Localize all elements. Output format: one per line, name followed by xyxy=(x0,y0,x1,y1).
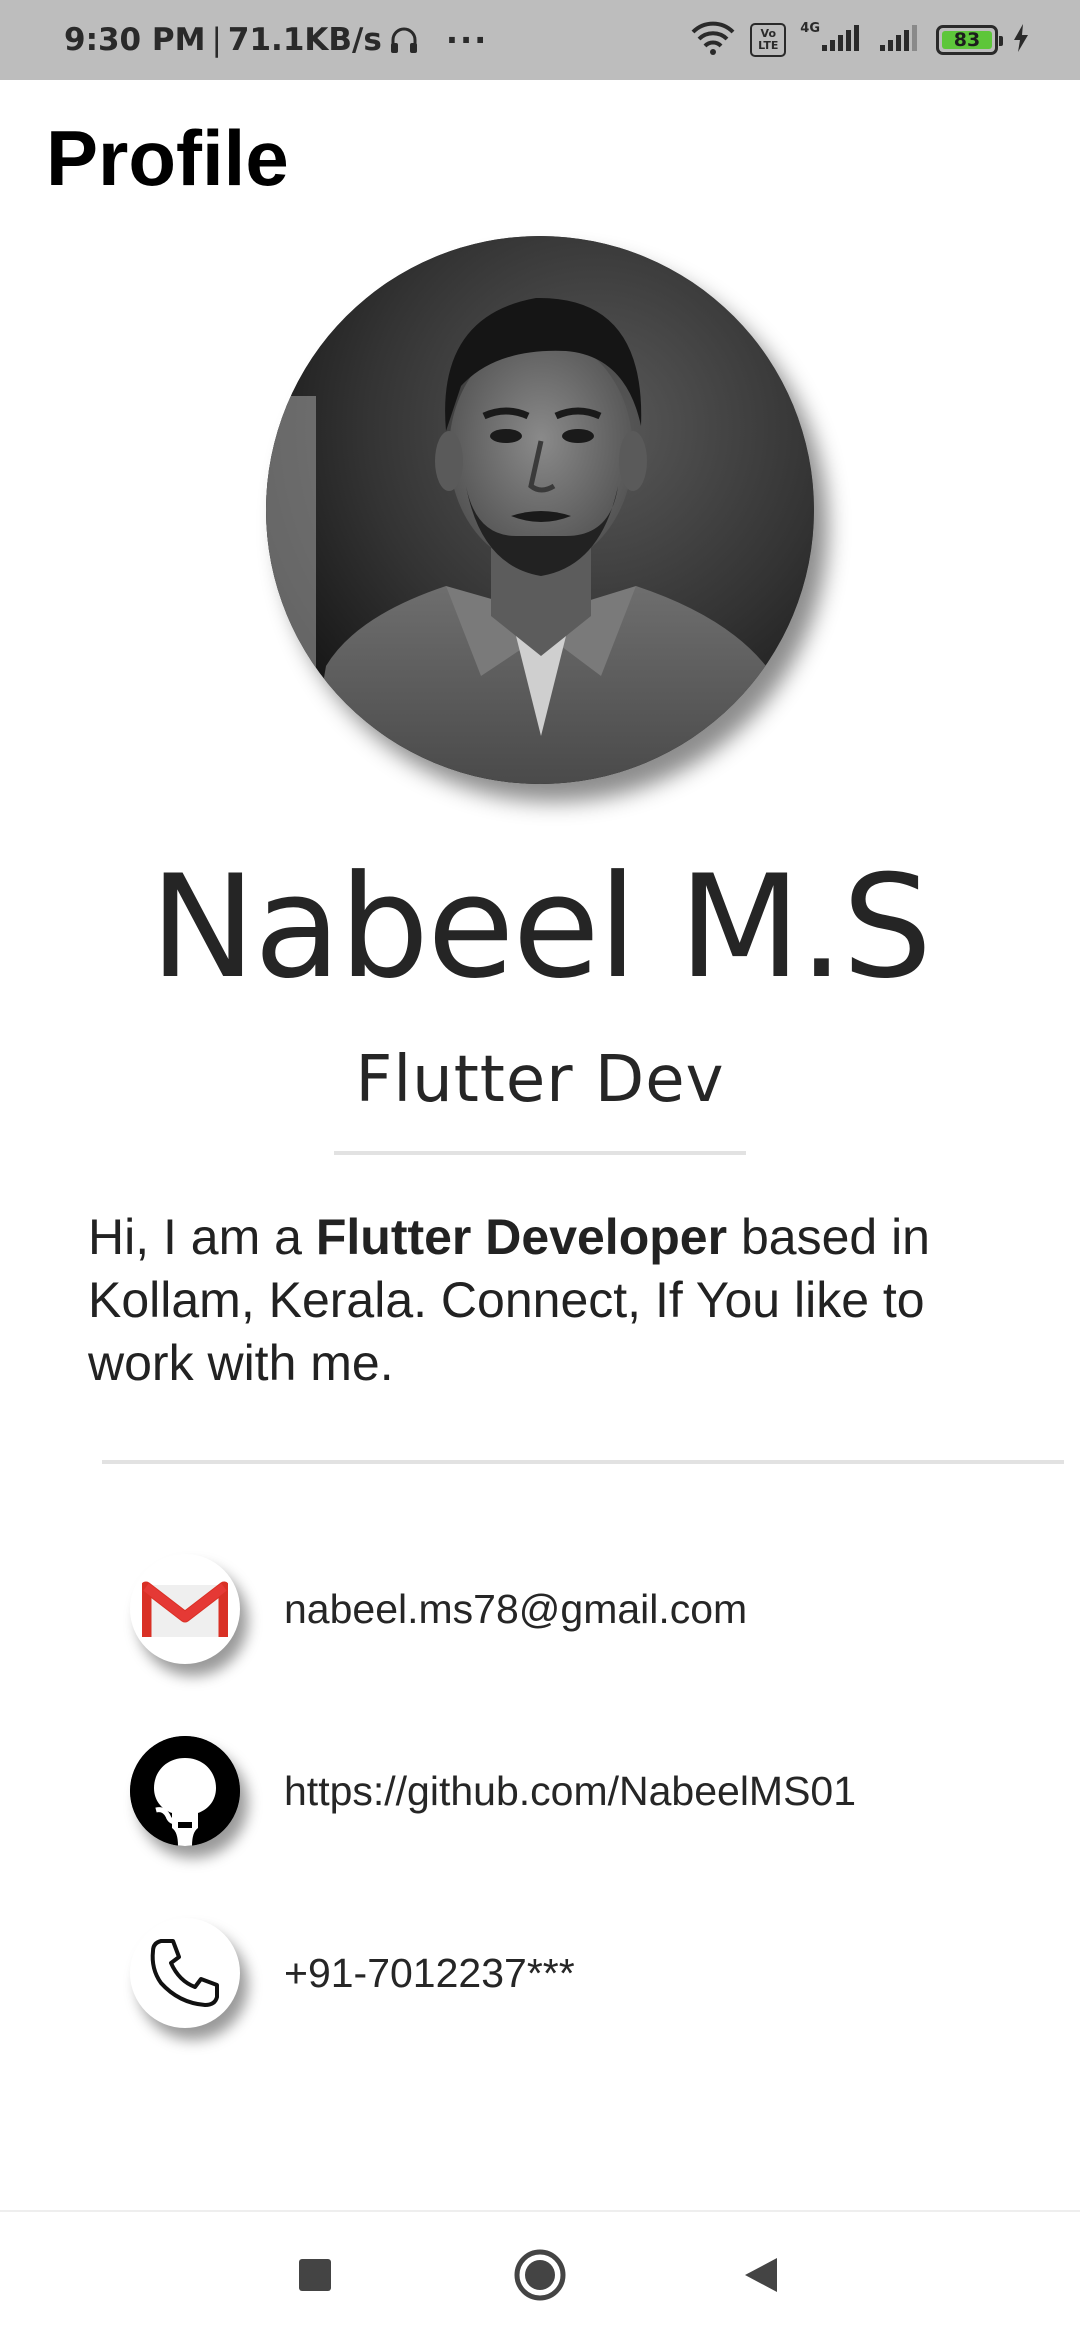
profile-name: Nabeel M.S xyxy=(149,845,932,1010)
gmail-icon[interactable] xyxy=(130,1554,240,1664)
page-title: Profile xyxy=(46,114,289,202)
profile-role: Flutter Dev xyxy=(355,1043,725,1117)
charging-bolt-icon xyxy=(1012,23,1030,58)
network-type: 4G xyxy=(800,20,820,36)
system-nav-bar xyxy=(0,2210,1080,2340)
contact-github-row[interactable]: https://github.com/NabeelMS01 xyxy=(130,1736,1030,1846)
signal-icon-sim2 xyxy=(878,23,922,58)
status-right: Vo LTE 4G 83 xyxy=(690,0,1030,80)
role-divider xyxy=(334,1151,746,1155)
status-net-speed: 71.1KB/s xyxy=(227,22,382,58)
contact-phone[interactable]: +91-7012237*** xyxy=(284,1950,575,1997)
profile-avatar xyxy=(266,236,814,784)
avatar-portrait-illustration xyxy=(266,236,814,784)
status-separator: | xyxy=(211,22,222,58)
status-left: 9:30 PM | 71.1KB/s ··· xyxy=(64,0,488,80)
profile-bio: Hi, I am a Flutter Developer based in Ko… xyxy=(88,1206,1028,1395)
recent-apps-button[interactable] xyxy=(280,2242,350,2312)
volte-bottom: LTE xyxy=(758,39,779,52)
battery-level: 83 xyxy=(953,29,981,51)
section-divider xyxy=(102,1460,1064,1464)
contact-email[interactable]: nabeel.ms78@gmail.com xyxy=(284,1586,747,1633)
triangle-back-icon xyxy=(743,2256,779,2299)
status-overflow: ··· xyxy=(445,21,489,59)
profile-screen: 9:30 PM | 71.1KB/s ··· Vo LTE 4G 83 Prof… xyxy=(0,0,1080,2340)
contact-email-row[interactable]: nabeel.ms78@gmail.com xyxy=(130,1554,1030,1664)
back-button[interactable] xyxy=(726,2242,796,2312)
headset-icon xyxy=(390,25,418,55)
phone-icon[interactable] xyxy=(130,1918,240,2028)
github-icon[interactable] xyxy=(130,1736,240,1846)
signal-icon-sim1 xyxy=(820,23,864,58)
wifi-icon xyxy=(690,20,736,61)
contact-phone-row[interactable]: +91-7012237*** xyxy=(130,1918,1030,2028)
battery-icon: 83 xyxy=(936,25,1003,55)
volte-badge: Vo LTE xyxy=(750,23,787,57)
home-button[interactable] xyxy=(505,2242,575,2312)
bio-bold: Flutter Developer xyxy=(315,1209,728,1265)
square-icon xyxy=(299,2258,331,2296)
circle-icon xyxy=(513,2248,567,2307)
bio-prefix: Hi, I am a xyxy=(88,1209,316,1265)
status-bar: 9:30 PM | 71.1KB/s ··· Vo LTE 4G 83 xyxy=(0,0,1080,80)
battery-nub xyxy=(999,36,1003,46)
contact-github[interactable]: https://github.com/NabeelMS01 xyxy=(284,1768,856,1815)
status-time: 9:30 PM xyxy=(64,22,206,58)
